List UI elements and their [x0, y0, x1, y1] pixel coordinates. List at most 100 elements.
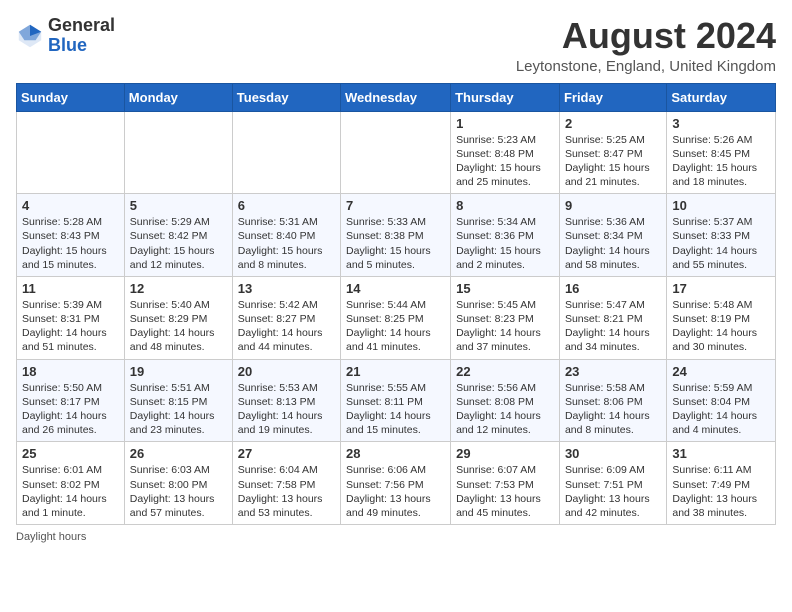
calendar-cell: 15Sunrise: 5:45 AM Sunset: 8:23 PM Dayli…: [451, 276, 560, 359]
day-info: Sunrise: 5:29 AM Sunset: 8:42 PM Dayligh…: [130, 215, 227, 272]
footer-note: Daylight hours: [16, 531, 776, 543]
calendar-cell: 29 Sunrise: 6:07 AM Sunset: 7:53 PM Dayli…: [451, 442, 560, 525]
calendar-cell: 23 Sunrise: 5:58 AM Sunset: 8:06 PM Dayli…: [559, 359, 666, 442]
day-info: Sunrise: 5:36 AM Sunset: 8:34 PM Dayligh…: [565, 215, 661, 272]
calendar-cell: 4 Sunrise: 5:28 AM Sunset: 8:43 PM Daylig…: [17, 194, 125, 277]
calendar-week-5: 25 Sunrise: 6:01 AM Sunset: 8:02 PM Dayli…: [17, 442, 776, 525]
calendar-table: SundayMondayTuesdayWednesdayThursdayFrid…: [16, 83, 776, 525]
day-number: 14: [346, 281, 445, 296]
calendar-cell: 1Sunrise: 5:23 AM Sunset: 8:48 PM Daylig…: [451, 111, 560, 194]
calendar-cell: 6 Sunrise: 5:31 AM Sunset: 8:40 PM Daylig…: [232, 194, 340, 277]
day-number: 23: [565, 364, 661, 379]
calendar-cell: [124, 111, 232, 194]
day-number: 7: [346, 198, 445, 213]
day-number: 4: [22, 198, 119, 213]
day-number: 26: [130, 446, 227, 461]
day-number: 20: [238, 364, 335, 379]
calendar-cell: [17, 111, 125, 194]
calendar-cell: 17 Sunrise: 5:48 AM Sunset: 8:19 PM Dayli…: [667, 276, 776, 359]
day-info: Sunrise: 6:11 AM Sunset: 7:49 PM Dayligh…: [672, 463, 770, 520]
calendar-week-3: 11 Sunrise: 5:39 AM Sunset: 8:31 PM Dayli…: [17, 276, 776, 359]
day-info: Sunrise: 5:26 AM Sunset: 8:45 PM Dayligh…: [672, 133, 770, 190]
calendar-cell: 11 Sunrise: 5:39 AM Sunset: 8:31 PM Dayli…: [17, 276, 125, 359]
day-info: Sunrise: 5:47 AM Sunset: 8:21 PM Dayligh…: [565, 298, 661, 355]
weekday-header-monday: Monday: [124, 83, 232, 111]
weekday-header-friday: Friday: [559, 83, 666, 111]
calendar-cell: 26Sunrise: 6:03 AM Sunset: 8:00 PM Dayli…: [124, 442, 232, 525]
calendar-cell: 2Sunrise: 5:25 AM Sunset: 8:47 PM Daylig…: [559, 111, 666, 194]
day-number: 30: [565, 446, 661, 461]
page-header: General Blue August 2024 Leytonstone, En…: [16, 16, 776, 75]
calendar-cell: 10 Sunrise: 5:37 AM Sunset: 8:33 PM Dayli…: [667, 194, 776, 277]
logo-icon: [16, 22, 44, 50]
day-number: 9: [565, 198, 661, 213]
logo-blue-text: Blue: [48, 35, 87, 55]
calendar-cell: 16 Sunrise: 5:47 AM Sunset: 8:21 PM Dayli…: [559, 276, 666, 359]
day-info: Sunrise: 5:34 AM Sunset: 8:36 PM Dayligh…: [456, 215, 554, 272]
day-number: 1: [456, 116, 554, 131]
day-info: Sunrise: 5:39 AM Sunset: 8:31 PM Dayligh…: [22, 298, 119, 355]
calendar-header: SundayMondayTuesdayWednesdayThursdayFrid…: [17, 83, 776, 111]
day-info: Sunrise: 5:50 AM Sunset: 8:17 PM Dayligh…: [22, 381, 119, 438]
day-number: 8: [456, 198, 554, 213]
day-info: Sunrise: 5:28 AM Sunset: 8:43 PM Dayligh…: [22, 215, 119, 272]
weekday-header-saturday: Saturday: [667, 83, 776, 111]
day-info: Sunrise: 5:42 AM Sunset: 8:27 PM Dayligh…: [238, 298, 335, 355]
calendar-cell: 7 Sunrise: 5:33 AM Sunset: 8:38 PM Daylig…: [341, 194, 451, 277]
day-number: 21: [346, 364, 445, 379]
calendar-cell: 18 Sunrise: 5:50 AM Sunset: 8:17 PM Dayli…: [17, 359, 125, 442]
day-info: Sunrise: 5:58 AM Sunset: 8:06 PM Dayligh…: [565, 381, 661, 438]
calendar-cell: 28Sunrise: 6:06 AM Sunset: 7:56 PM Dayli…: [341, 442, 451, 525]
weekday-header-tuesday: Tuesday: [232, 83, 340, 111]
day-info: Sunrise: 5:33 AM Sunset: 8:38 PM Dayligh…: [346, 215, 445, 272]
weekday-header-row: SundayMondayTuesdayWednesdayThursdayFrid…: [17, 83, 776, 111]
calendar-cell: 9 Sunrise: 5:36 AM Sunset: 8:34 PM Daylig…: [559, 194, 666, 277]
calendar-cell: 25 Sunrise: 6:01 AM Sunset: 8:02 PM Dayli…: [17, 442, 125, 525]
day-number: 31: [672, 446, 770, 461]
day-number: 27: [238, 446, 335, 461]
calendar-cell: 27Sunrise: 6:04 AM Sunset: 7:58 PM Dayli…: [232, 442, 340, 525]
day-number: 28: [346, 446, 445, 461]
day-info: Sunrise: 6:01 AM Sunset: 8:02 PM Dayligh…: [22, 463, 119, 520]
day-number: 18: [22, 364, 119, 379]
calendar-body: 1Sunrise: 5:23 AM Sunset: 8:48 PM Daylig…: [17, 111, 776, 524]
calendar-cell: [341, 111, 451, 194]
logo: General Blue: [16, 16, 115, 56]
calendar-cell: 20 Sunrise: 5:53 AM Sunset: 8:13 PM Dayli…: [232, 359, 340, 442]
calendar-week-4: 18 Sunrise: 5:50 AM Sunset: 8:17 PM Dayli…: [17, 359, 776, 442]
calendar-cell: 31 Sunrise: 6:11 AM Sunset: 7:49 PM Dayli…: [667, 442, 776, 525]
day-number: 15: [456, 281, 554, 296]
day-info: Sunrise: 5:53 AM Sunset: 8:13 PM Dayligh…: [238, 381, 335, 438]
day-number: 11: [22, 281, 119, 296]
calendar-cell: [232, 111, 340, 194]
day-info: Sunrise: 5:51 AM Sunset: 8:15 PM Dayligh…: [130, 381, 227, 438]
day-info: Sunrise: 5:31 AM Sunset: 8:40 PM Dayligh…: [238, 215, 335, 272]
day-info: Sunrise: 5:37 AM Sunset: 8:33 PM Dayligh…: [672, 215, 770, 272]
day-number: 17: [672, 281, 770, 296]
calendar-cell: 5 Sunrise: 5:29 AM Sunset: 8:42 PM Daylig…: [124, 194, 232, 277]
day-number: 16: [565, 281, 661, 296]
day-info: Sunrise: 5:48 AM Sunset: 8:19 PM Dayligh…: [672, 298, 770, 355]
calendar-cell: 3Sunrise: 5:26 AM Sunset: 8:45 PM Daylig…: [667, 111, 776, 194]
calendar-week-1: 1Sunrise: 5:23 AM Sunset: 8:48 PM Daylig…: [17, 111, 776, 194]
day-number: 25: [22, 446, 119, 461]
day-info: Sunrise: 5:59 AM Sunset: 8:04 PM Dayligh…: [672, 381, 770, 438]
day-info: Sunrise: 5:55 AM Sunset: 8:11 PM Dayligh…: [346, 381, 445, 438]
day-info: Sunrise: 5:25 AM Sunset: 8:47 PM Dayligh…: [565, 133, 661, 190]
calendar-cell: 13 Sunrise: 5:42 AM Sunset: 8:27 PM Dayli…: [232, 276, 340, 359]
day-info: Sunrise: 5:40 AM Sunset: 8:29 PM Dayligh…: [130, 298, 227, 355]
calendar-week-2: 4 Sunrise: 5:28 AM Sunset: 8:43 PM Daylig…: [17, 194, 776, 277]
day-number: 5: [130, 198, 227, 213]
location-subtitle: Leytonstone, England, United Kingdom: [516, 58, 776, 75]
day-number: 6: [238, 198, 335, 213]
day-number: 24: [672, 364, 770, 379]
day-number: 29: [456, 446, 554, 461]
day-number: 10: [672, 198, 770, 213]
day-number: 13: [238, 281, 335, 296]
day-info: Sunrise: 6:09 AM Sunset: 7:51 PM Dayligh…: [565, 463, 661, 520]
weekday-header-thursday: Thursday: [451, 83, 560, 111]
day-info: Sunrise: 6:07 AM Sunset: 7:53 PM Dayligh…: [456, 463, 554, 520]
calendar-cell: 21 Sunrise: 5:55 AM Sunset: 8:11 PM Dayli…: [341, 359, 451, 442]
calendar-cell: 8 Sunrise: 5:34 AM Sunset: 8:36 PM Daylig…: [451, 194, 560, 277]
calendar-cell: 14Sunrise: 5:44 AM Sunset: 8:25 PM Dayli…: [341, 276, 451, 359]
